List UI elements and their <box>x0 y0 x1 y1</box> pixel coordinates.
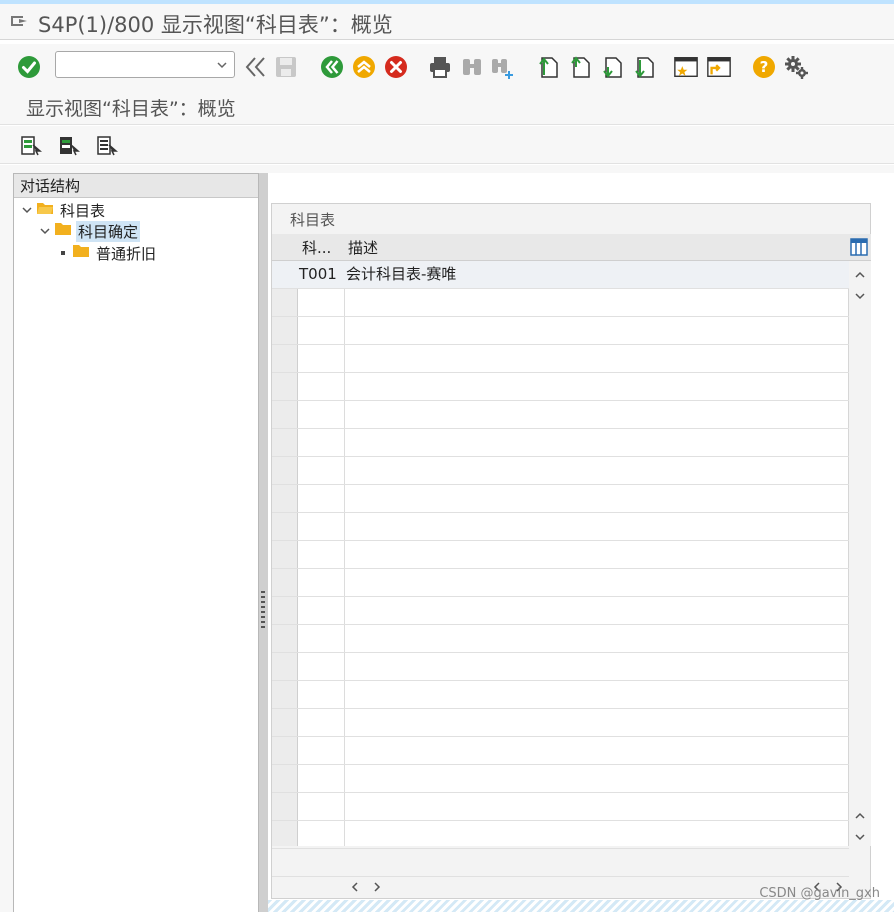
previous-page-icon[interactable] <box>567 54 593 80</box>
sap-menu-icon[interactable] <box>10 13 28 29</box>
select-all-icon[interactable] <box>20 135 43 157</box>
dialog-structure-panel: 对话结构 科目表 科目确定 普通折旧 <box>13 173 259 912</box>
tree-node-account-determination[interactable]: 科目确定 <box>38 220 141 242</box>
exit-icon[interactable] <box>351 54 377 80</box>
save-icon[interactable] <box>273 54 299 80</box>
create-session-icon[interactable] <box>673 54 699 80</box>
splitter-grip-icon[interactable] <box>261 591 265 631</box>
back-icon[interactable] <box>319 54 345 80</box>
status-band <box>268 900 894 912</box>
collapse-toolbar-icon[interactable] <box>243 54 269 80</box>
leaf-bullet-icon <box>56 246 70 260</box>
last-page-icon[interactable] <box>631 54 657 80</box>
command-field[interactable] <box>55 51 235 78</box>
chevron-down-icon[interactable] <box>38 224 52 238</box>
enter-icon[interactable] <box>16 54 42 80</box>
column-header-code[interactable]: 科... <box>302 237 331 258</box>
help-icon[interactable]: ? <box>751 54 777 80</box>
table-row[interactable] <box>272 653 849 681</box>
work-area: 对话结构 科目表 科目确定 普通折旧 科目表 科... 描述 T001 会计科目… <box>0 165 894 912</box>
tree-node-ordinary-depreciation[interactable]: 普通折旧 <box>56 242 158 264</box>
create-shortcut-icon[interactable] <box>706 54 732 80</box>
tree-node-label: 科目表 <box>60 201 106 220</box>
screen-title: 显示视图“科目表”：概览 <box>26 98 236 120</box>
vertical-scrollbar[interactable] <box>850 261 871 846</box>
chevron-down-icon[interactable] <box>20 203 34 217</box>
dialog-structure-header: 对话结构 <box>14 174 258 198</box>
table-container: 科目表 科... 描述 T001 会计科目表-赛唯 <box>271 203 871 899</box>
print-icon[interactable] <box>427 54 453 80</box>
table-row[interactable] <box>272 513 849 541</box>
table-row[interactable] <box>272 821 849 849</box>
system-toolbar: ? <box>0 44 894 90</box>
table-header-row: 科... 描述 <box>272 234 871 261</box>
scroll-right-icon[interactable] <box>370 879 384 893</box>
find-icon[interactable] <box>459 54 485 80</box>
table-title: 科目表 <box>290 211 336 229</box>
find-next-icon[interactable] <box>489 54 515 80</box>
table-row[interactable] <box>272 709 849 737</box>
scroll-down-icon[interactable] <box>853 288 867 302</box>
screen-title-bar: 显示视图“科目表”：概览 <box>0 90 894 125</box>
table-settings-icon[interactable] <box>850 238 868 260</box>
customize-layout-icon[interactable] <box>783 54 809 80</box>
table-row[interactable] <box>272 793 849 821</box>
select-block-icon[interactable] <box>58 135 81 157</box>
cell-description[interactable]: 会计科目表-赛唯 <box>346 261 456 288</box>
command-dropdown-icon[interactable] <box>216 57 228 76</box>
table-row[interactable] <box>272 765 849 793</box>
table-row[interactable] <box>272 597 849 625</box>
table-row[interactable] <box>272 849 849 877</box>
cancel-icon[interactable] <box>383 54 409 80</box>
command-input[interactable] <box>56 52 206 77</box>
table-panel: 科目表 科... 描述 T001 会计科目表-赛唯 <box>268 173 894 912</box>
table-row[interactable] <box>272 373 849 401</box>
table-row[interactable] <box>272 345 849 373</box>
deselect-all-icon[interactable] <box>96 135 119 157</box>
scroll-up-icon[interactable] <box>853 267 867 281</box>
panel-splitter[interactable] <box>259 173 268 912</box>
column-header-description[interactable]: 描述 <box>348 237 378 258</box>
table-row[interactable] <box>272 541 849 569</box>
folder-open-icon <box>36 201 54 219</box>
tree-node-chart-of-accounts[interactable]: 科目表 <box>20 199 107 221</box>
scroll-down-icon[interactable] <box>853 829 867 843</box>
folder-icon <box>72 244 90 262</box>
window-title: S4P(1)/800 显示视图“科目表”：概览 <box>38 13 393 37</box>
tree-node-label: 科目确定 <box>76 220 141 242</box>
next-page-icon[interactable] <box>599 54 625 80</box>
table-row[interactable] <box>272 681 849 709</box>
table-grid: 科... 描述 T001 会计科目表-赛唯 <box>272 234 871 877</box>
table-row[interactable] <box>272 429 849 457</box>
scroll-left-icon[interactable] <box>348 879 362 893</box>
title-bar: S4P(1)/800 显示视图“科目表”：概览 <box>0 4 894 40</box>
table-row[interactable] <box>272 457 849 485</box>
table-row[interactable] <box>272 401 849 429</box>
table-row[interactable] <box>272 569 849 597</box>
application-toolbar <box>0 126 894 164</box>
svg-text:?: ? <box>760 58 769 76</box>
table-row[interactable] <box>272 485 849 513</box>
table-row[interactable] <box>272 625 849 653</box>
first-page-icon[interactable] <box>535 54 561 80</box>
table-row[interactable] <box>272 289 849 317</box>
table-row[interactable] <box>272 317 849 345</box>
table-row[interactable] <box>272 737 849 765</box>
scroll-up-icon[interactable] <box>853 808 867 822</box>
folder-icon <box>54 222 72 240</box>
table-row[interactable]: T001 会计科目表-赛唯 <box>272 261 849 289</box>
cell-code[interactable]: T001 <box>299 261 337 288</box>
tree-node-label: 普通折旧 <box>96 244 157 263</box>
watermark: CSDN @gavin_gxh <box>759 886 880 901</box>
